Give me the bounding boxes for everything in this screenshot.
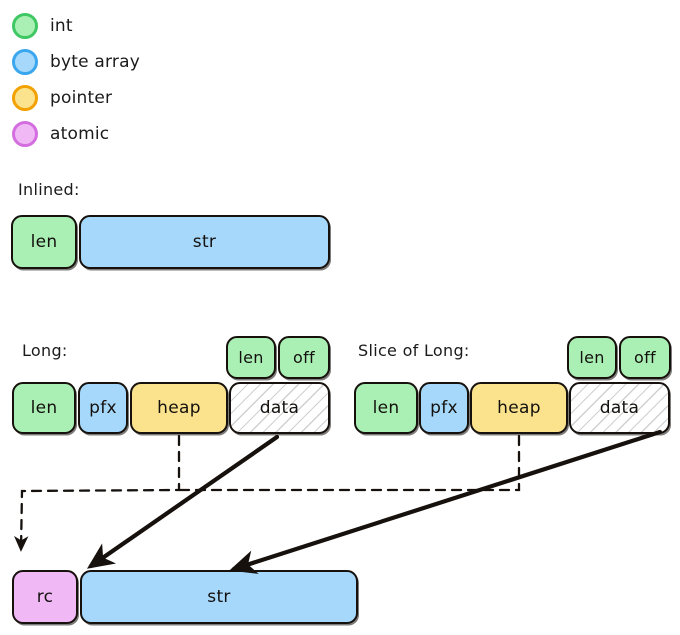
long-field-heap: heap xyxy=(130,382,228,434)
legend-label-byte-array: byte array xyxy=(50,52,140,72)
data-slice-slice-arrow xyxy=(229,429,663,574)
long-data-part-off: off xyxy=(278,336,330,379)
slice-data-part-len: len xyxy=(567,336,617,379)
inlined-field-str: str xyxy=(79,215,330,269)
long-data-part-len: len xyxy=(226,336,276,379)
legend-label-pointer: pointer xyxy=(50,88,113,108)
slice-data-part-off: off xyxy=(619,336,671,379)
inlined-field-len: len xyxy=(11,215,77,269)
data-slice-long-arrow xyxy=(86,434,280,569)
heap-field-str: str xyxy=(80,570,358,624)
legend-swatch-int-icon xyxy=(12,13,38,39)
heap-pointer-slice-path xyxy=(178,434,521,492)
legend: int byte array pointer atomic xyxy=(12,8,140,152)
string-layout-diagram: int byte array pointer atomic Inlined: l… xyxy=(0,0,680,635)
legend-item-byte-array: byte array xyxy=(12,44,140,80)
slice-of-long-caption: Slice of Long: xyxy=(358,341,470,360)
slice-field-heap: heap xyxy=(470,382,568,434)
long-field-len: len xyxy=(12,382,76,434)
legend-item-pointer: pointer xyxy=(12,80,140,116)
long-field-pfx: pfx xyxy=(78,382,128,434)
slice-field-data: data xyxy=(569,382,670,434)
legend-label-atomic: atomic xyxy=(50,124,110,144)
legend-label-int: int xyxy=(50,16,73,36)
heap-field-rc: rc xyxy=(12,570,78,624)
inlined-caption: Inlined: xyxy=(18,180,80,199)
legend-swatch-atomic-icon xyxy=(12,121,38,147)
legend-item-int: int xyxy=(12,8,140,44)
legend-swatch-pointer-icon xyxy=(12,85,38,111)
heap-pointer-long-path xyxy=(14,434,181,552)
slice-field-len: len xyxy=(354,382,418,434)
long-field-data: data xyxy=(229,382,330,434)
long-caption: Long: xyxy=(22,341,68,360)
legend-item-atomic: atomic xyxy=(12,116,140,152)
slice-field-pfx: pfx xyxy=(419,382,469,434)
legend-swatch-byte-array-icon xyxy=(12,49,38,75)
